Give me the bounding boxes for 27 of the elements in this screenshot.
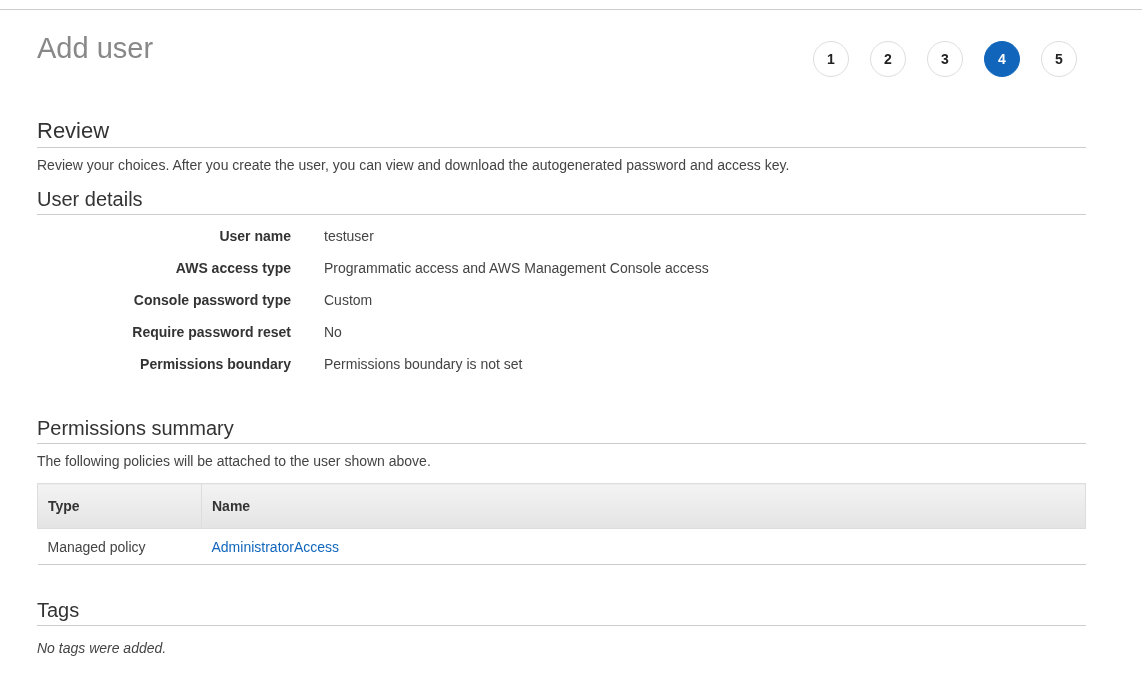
field-label: AWS access type (175, 260, 291, 277)
step-indicator: 4 (984, 41, 1020, 77)
policy-link[interactable]: AdministratorAccess (211, 539, 340, 556)
column-header: Type (37, 483, 202, 529)
field-value: testuser (324, 228, 374, 245)
step-indicator: 5 (1041, 41, 1077, 77)
field-value: Permissions boundary is not set (324, 356, 523, 373)
section-heading: Tags (37, 598, 80, 623)
column-header: Name (201, 483, 1086, 529)
section-heading: Permissions summary (37, 416, 234, 441)
field-label: Console password type (133, 292, 291, 309)
section-heading: User details (37, 187, 143, 212)
field-label: User name (219, 228, 291, 245)
field-label: Permissions boundary (140, 356, 291, 373)
permissions-description: The following policies will be attached to the user shown above. (37, 453, 432, 470)
field-label: Require password reset (132, 324, 291, 341)
page-title: Add user (37, 32, 154, 65)
step-indicator: 2 (870, 41, 906, 77)
field-value: No (324, 324, 342, 341)
table-cell: Managed policy (37, 528, 202, 565)
step-indicator: 1 (813, 41, 849, 77)
step-indicator: 3 (927, 41, 963, 77)
field-value: Custom (324, 292, 373, 309)
section-heading: Review (37, 118, 110, 145)
empty-tags-message: No tags were added. (37, 640, 167, 657)
field-value: Programmatic access and AWS Management Console access (324, 260, 709, 277)
review-description: Review your choices. After you create the user, you can view and download the autogenerated password and access key. (37, 157, 791, 174)
